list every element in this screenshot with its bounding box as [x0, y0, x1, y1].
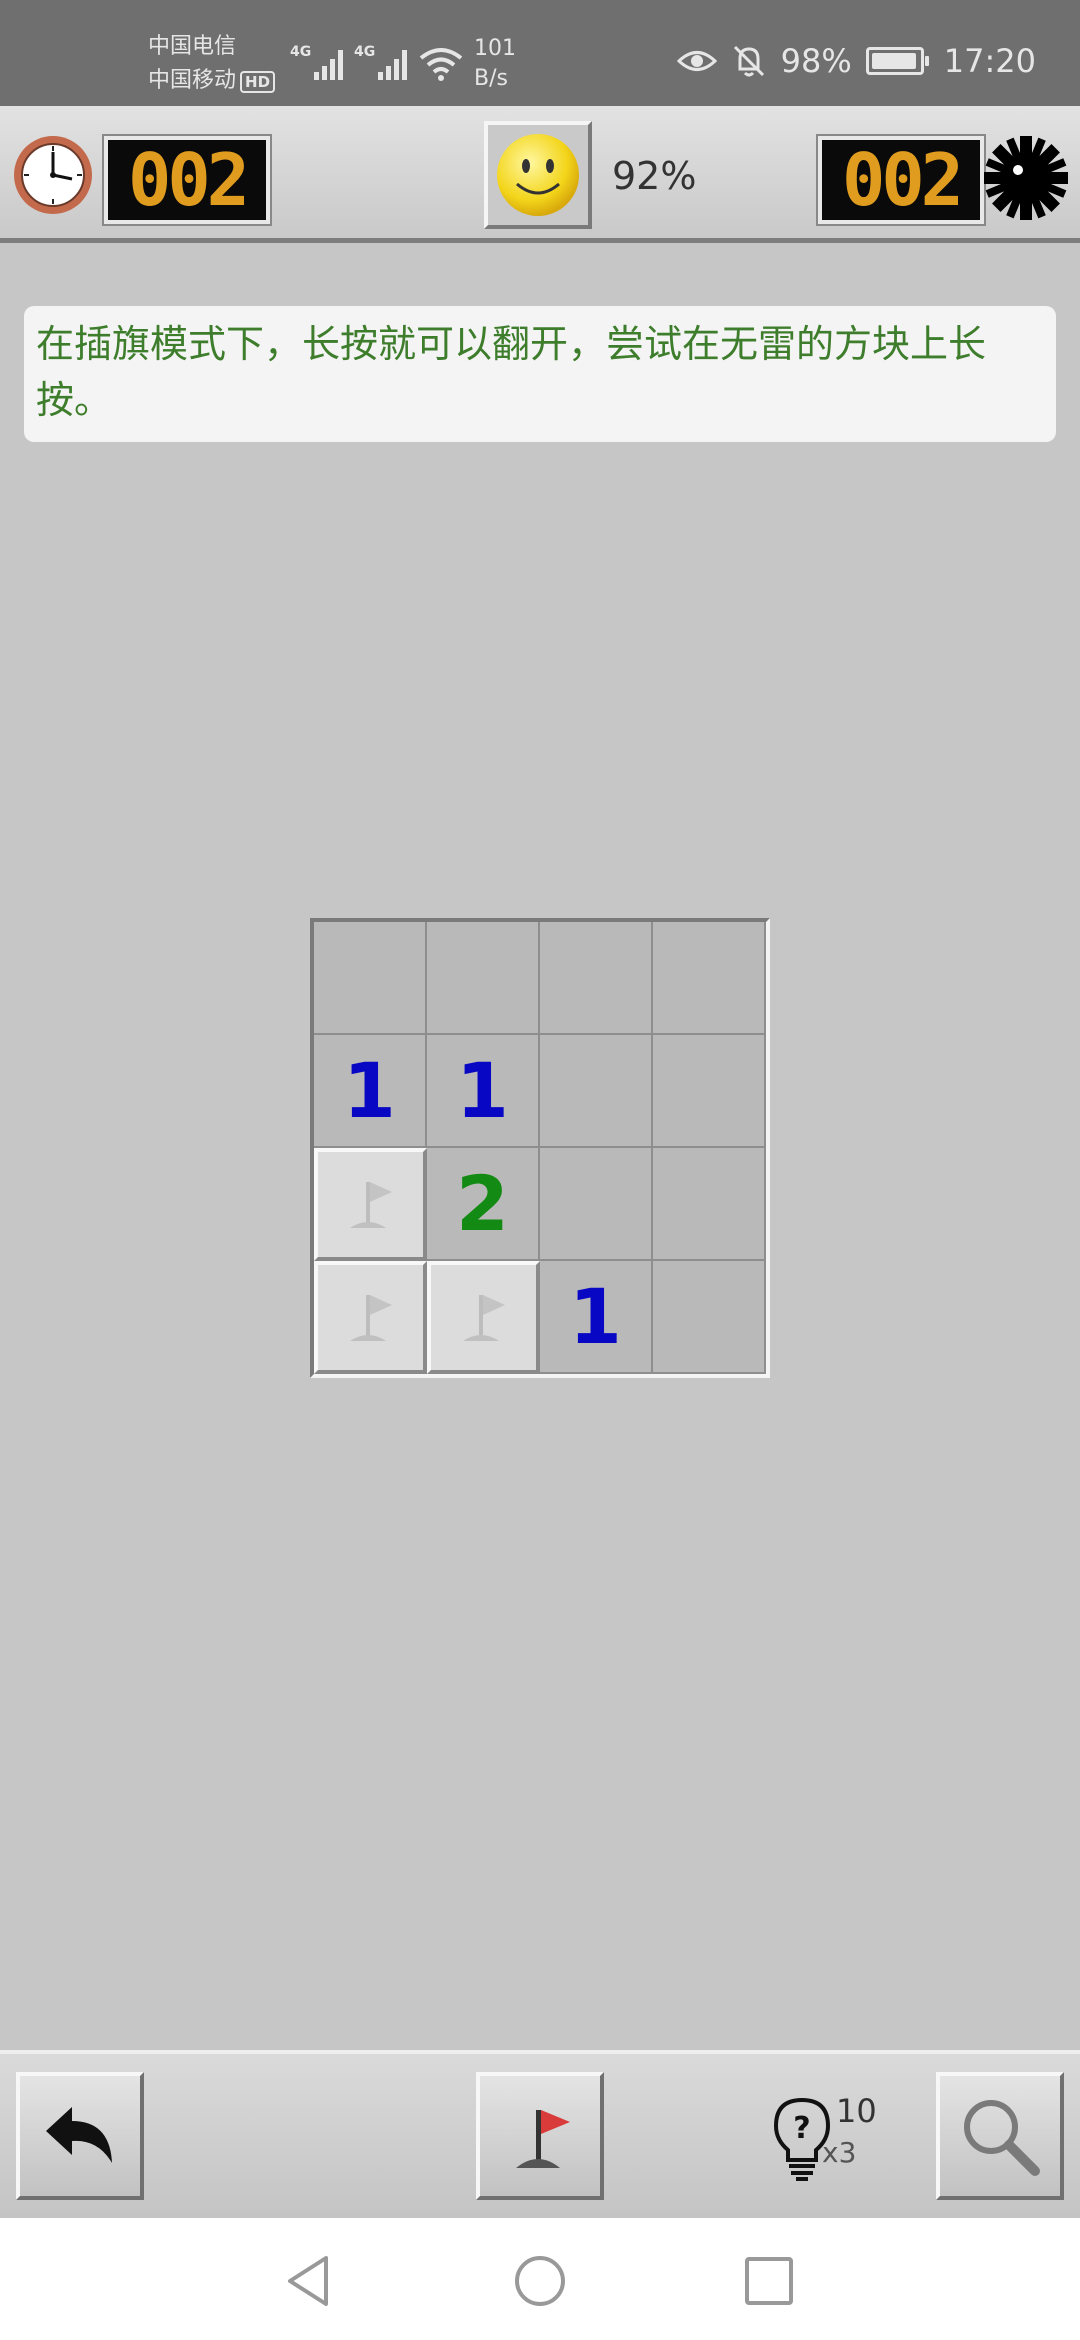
flag-marker-icon	[349, 1181, 392, 1228]
eye-icon	[676, 51, 717, 71]
cell-flagged[interactable]	[314, 1261, 427, 1374]
cell-empty[interactable]	[653, 1148, 766, 1261]
cell-number[interactable]: 1	[427, 1035, 540, 1148]
smiley-icon	[497, 134, 579, 216]
carrier-1: 中国电信	[148, 34, 237, 59]
cell-number[interactable]: 1	[540, 1261, 653, 1374]
tutorial-hint: 在插旗模式下，长按就可以翻开，尝试在无雷的方块上长按。	[24, 306, 1056, 442]
game-header: 002 92% 002	[0, 106, 1080, 243]
mines-counter: 002	[818, 136, 984, 224]
cell-empty[interactable]	[540, 922, 653, 1035]
mine-icon	[984, 136, 1068, 220]
back-nav-icon[interactable]	[282, 2254, 336, 2308]
clock-icon	[14, 136, 92, 214]
cell-empty[interactable]	[653, 1261, 766, 1374]
flag-marker-icon	[462, 1294, 505, 1341]
hd-badge: HD	[240, 71, 276, 93]
status-bar: 中国电信 中国移动 HD 4G 4G 101 B/s 98% 17:20	[0, 0, 1080, 106]
timer-counter: 002	[104, 136, 270, 224]
cell-empty[interactable]	[653, 922, 766, 1035]
cell-empty[interactable]	[314, 922, 427, 1035]
status-right: 98% 17:20	[676, 42, 1036, 80]
cell-flagged[interactable]	[427, 1261, 540, 1374]
signal-icon-2: 4G	[354, 44, 412, 88]
clock-time: 17:20	[943, 42, 1036, 80]
flag-mode-button[interactable]	[476, 2072, 604, 2200]
bottom-toolbar: ? 10 x3	[0, 2050, 1080, 2219]
signal-icon-1: 4G	[290, 44, 348, 88]
hint-button[interactable]: ? 10 x3	[772, 2092, 882, 2192]
system-nav-bar	[0, 2218, 1080, 2340]
network-type-1: 4G	[290, 44, 312, 60]
cell-empty[interactable]	[540, 1148, 653, 1261]
flag-icon	[516, 2110, 570, 2168]
hint-count: 10	[836, 2092, 877, 2130]
new-game-button[interactable]	[484, 121, 592, 229]
speed-unit: B/s	[474, 66, 508, 91]
recents-nav-icon[interactable]	[742, 2254, 796, 2308]
wifi-icon	[419, 48, 463, 81]
bell-muted-icon	[733, 45, 764, 77]
network-type-2: 4G	[354, 44, 376, 60]
undo-arrow-icon	[46, 2107, 112, 2163]
hint-multiplier: x3	[822, 2136, 857, 2169]
cell-flagged[interactable]	[314, 1148, 427, 1261]
carrier-info: 中国电信 中国移动 HD	[148, 30, 276, 98]
cell-empty[interactable]	[653, 1035, 766, 1148]
speed-value: 101	[474, 36, 516, 61]
home-nav-icon[interactable]	[513, 2254, 567, 2308]
cell-number[interactable]: 1	[314, 1035, 427, 1148]
svg-text:?: ?	[793, 2111, 810, 2146]
carrier-2: 中国移动	[148, 68, 237, 93]
cell-empty[interactable]	[427, 922, 540, 1035]
zoom-button[interactable]	[936, 2072, 1064, 2200]
minefield-board: 1121	[310, 918, 770, 1378]
cell-empty[interactable]	[540, 1035, 653, 1148]
cell-number[interactable]: 2	[427, 1148, 540, 1261]
battery-icon	[865, 47, 929, 75]
network-speed: 101 B/s	[474, 34, 516, 94]
battery-percent: 98%	[780, 42, 852, 80]
flag-marker-icon	[349, 1294, 392, 1341]
undo-button[interactable]	[16, 2072, 144, 2200]
progress-percent: 92%	[612, 154, 697, 198]
magnifier-icon	[964, 2100, 1040, 2176]
